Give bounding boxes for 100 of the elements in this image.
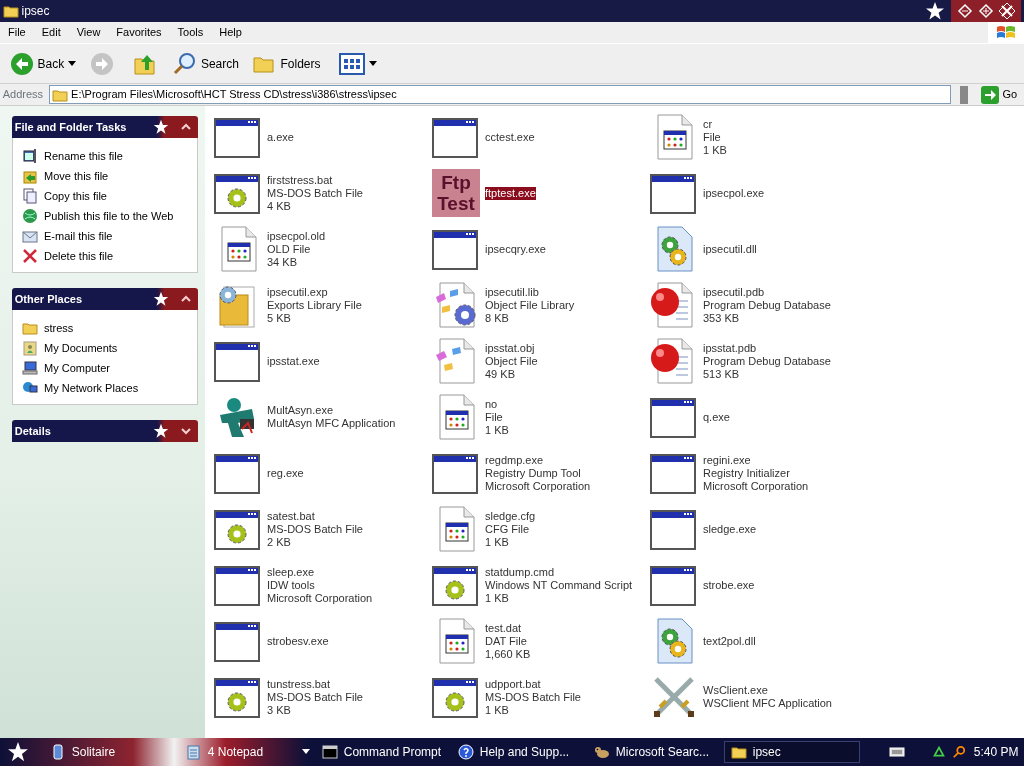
file-name[interactable]: reg.exe bbox=[267, 466, 304, 480]
panel-title: File and Folder Tasks bbox=[14, 119, 128, 135]
file-detail: Object File bbox=[485, 354, 538, 368]
menu-item[interactable]: Favorites bbox=[108, 24, 170, 41]
file-name[interactable]: ipsecqry.exe bbox=[485, 242, 546, 256]
task-link[interactable]: Rename this file bbox=[44, 147, 123, 165]
star-icon bbox=[925, 1, 946, 21]
file-detail: 1 KB bbox=[485, 535, 510, 549]
scrollbar-handle[interactable] bbox=[959, 85, 968, 104]
move-file-icon bbox=[22, 168, 38, 184]
taskbar-button[interactable]: Command Prompt bbox=[315, 741, 452, 763]
console-icon bbox=[321, 744, 338, 760]
taskbar-button[interactable]: Solitaire bbox=[43, 741, 180, 763]
address-field[interactable]: E:\Program Files\Microsoft\HCT Stress CD\stress\i386\stress\ipsec bbox=[48, 85, 952, 104]
file-detail: 49 KB bbox=[485, 367, 516, 381]
task-link[interactable]: My Computer bbox=[44, 359, 111, 377]
panel-header[interactable]: File and Folder Tasks bbox=[12, 116, 198, 138]
menu-item[interactable]: Help bbox=[211, 24, 250, 41]
file-name[interactable]: no bbox=[485, 397, 498, 411]
file-name[interactable]: ipsecutil.lib bbox=[485, 285, 539, 299]
file-name[interactable]: ipsecutil.dll bbox=[703, 242, 757, 256]
file-name[interactable]: test.dat bbox=[485, 621, 522, 635]
file-detail: MS-DOS Batch File bbox=[485, 690, 581, 704]
taskbar-button[interactable]: ipsec bbox=[723, 741, 860, 763]
file-detail: Registry Initializer bbox=[703, 466, 791, 480]
file-detail: Microsoft Corporation bbox=[703, 479, 809, 493]
minimize-button[interactable] bbox=[956, 2, 975, 20]
file-name[interactable]: q.exe bbox=[703, 410, 730, 424]
file-name[interactable]: firststress.bat bbox=[267, 173, 333, 187]
file-name[interactable]: strobe.exe bbox=[703, 578, 755, 592]
search-icon bbox=[172, 51, 197, 76]
search-button[interactable]: Search bbox=[168, 49, 243, 78]
panel-header[interactable]: Details bbox=[12, 420, 198, 442]
file-name[interactable]: ipsecpol.old bbox=[267, 229, 326, 243]
file-name[interactable]: satest.bat bbox=[267, 509, 315, 523]
file-detail: CFG File bbox=[485, 522, 530, 536]
file-name[interactable]: sledge.exe bbox=[703, 522, 757, 536]
file-name[interactable]: ipsstat.exe bbox=[267, 354, 320, 368]
task-link[interactable]: My Documents bbox=[44, 339, 118, 357]
file-name[interactable]: udpport.bat bbox=[485, 677, 541, 691]
file-detail: Registry Dump Tool bbox=[485, 466, 582, 480]
app-icon[interactable]: Ftp Test bbox=[432, 169, 480, 217]
caret-icon bbox=[68, 60, 77, 67]
file-name[interactable]: sleep.exe bbox=[267, 565, 315, 579]
file-name[interactable]: cr bbox=[703, 117, 713, 131]
file-name[interactable]: cctest.exe bbox=[485, 130, 535, 144]
menu-item[interactable]: Edit bbox=[33, 24, 69, 41]
file-detail: DAT File bbox=[485, 634, 528, 648]
go-button[interactable]: Go bbox=[976, 83, 1022, 106]
file-name[interactable]: ipsecpol.exe bbox=[703, 186, 765, 200]
task-link[interactable]: Move this file bbox=[44, 167, 109, 185]
maximize-button[interactable] bbox=[977, 2, 995, 20]
menu-item[interactable]: View bbox=[68, 24, 109, 41]
file-detail: MultAsyn MFC Application bbox=[267, 417, 396, 430]
keyboard-icon bbox=[888, 746, 905, 758]
file-name[interactable]: ipsecutil.exp bbox=[267, 285, 328, 299]
file-name[interactable]: sledge.cfg bbox=[485, 509, 536, 523]
folder-icon bbox=[730, 744, 747, 760]
file-name[interactable]: ipsstat.pdb bbox=[703, 341, 757, 355]
file-name[interactable]: text2pol.dll bbox=[703, 634, 756, 648]
task-link[interactable]: Copy this file bbox=[44, 187, 107, 205]
search-icon bbox=[951, 745, 966, 759]
taskbar-button[interactable]: Help and Supp... bbox=[451, 741, 588, 763]
taskbar-button[interactable]: 4 Notepad bbox=[179, 741, 316, 763]
task-link[interactable]: E-mail this file bbox=[44, 227, 113, 245]
file-name[interactable]: statdump.cmd bbox=[485, 565, 555, 579]
file-name[interactable]: ipsstat.obj bbox=[485, 341, 535, 355]
task-link[interactable]: My Network Places bbox=[44, 379, 139, 397]
views-icon bbox=[339, 52, 366, 75]
file-detail: 1 KB bbox=[485, 423, 509, 437]
globe-icon bbox=[22, 208, 38, 224]
close-button[interactable] bbox=[997, 2, 1016, 20]
menu-item[interactable]: File bbox=[0, 24, 34, 41]
file-name[interactable]: strobesv.exe bbox=[267, 634, 329, 648]
file-detail: IDW tools bbox=[267, 578, 316, 592]
task-link[interactable]: stress bbox=[44, 319, 74, 337]
file-name[interactable]: a.exe bbox=[267, 130, 294, 144]
file-name[interactable]: regini.exe bbox=[703, 453, 751, 467]
star-icon bbox=[153, 423, 170, 439]
file-name[interactable]: ftptest.exe bbox=[485, 186, 536, 200]
file-name[interactable]: MultAsyn.exe bbox=[267, 404, 334, 417]
address-label: Address bbox=[2, 87, 44, 103]
panel-title: Other Places bbox=[14, 291, 83, 307]
file-detail: Program Debug Database bbox=[703, 354, 831, 368]
file-name[interactable]: regdmp.exe bbox=[485, 453, 544, 467]
file-detail: 34 KB bbox=[267, 255, 298, 269]
folders-button[interactable]: Folders bbox=[248, 49, 325, 78]
file-detail: Microsoft Corporation bbox=[267, 591, 373, 605]
taskbar-button[interactable]: Microsoft Searc... bbox=[587, 741, 724, 763]
file-name[interactable]: WsClient.exe bbox=[703, 684, 768, 697]
task-link[interactable]: Publish this file to the Web bbox=[44, 207, 174, 225]
task-link[interactable]: Delete this file bbox=[44, 247, 114, 265]
menu-item[interactable]: Tools bbox=[169, 24, 212, 41]
panel-header[interactable]: Other Places bbox=[12, 288, 198, 310]
file-detail: File bbox=[703, 130, 722, 144]
back-button[interactable]: Back bbox=[5, 49, 81, 78]
file-detail: Windows NT Command Script bbox=[485, 578, 633, 592]
file-detail: OLD File bbox=[267, 242, 312, 256]
file-name[interactable]: ipsecutil.pdb bbox=[703, 285, 765, 299]
file-name[interactable]: tunstress.bat bbox=[267, 677, 330, 691]
